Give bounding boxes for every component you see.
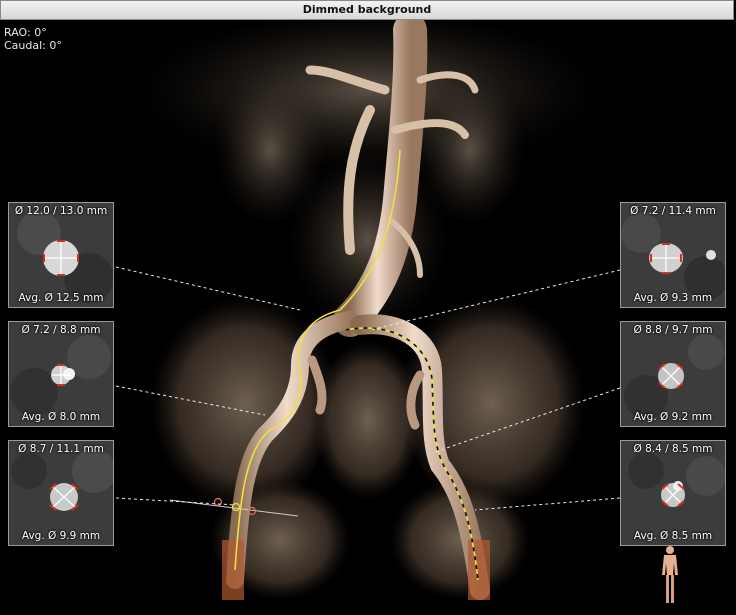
window-title: Dimmed background bbox=[302, 3, 432, 16]
diameter-label: Ø 8.7 / 11.1 mm bbox=[18, 443, 104, 455]
average-diameter-label: Avg. Ø 9.9 mm bbox=[21, 530, 101, 542]
diameter-label: Ø 7.2 / 11.4 mm bbox=[630, 205, 716, 217]
diameter-label: Ø 7.2 / 8.8 mm bbox=[21, 324, 101, 336]
abdomen-shadow bbox=[138, 20, 598, 170]
cross-section-panel-left-3[interactable]: Ø 8.7 / 11.1 mm Avg. Ø 9.9 mm bbox=[8, 440, 114, 546]
caudal-angle: Caudal: 0° bbox=[4, 39, 62, 52]
cross-section-panel-right-2[interactable]: Ø 8.8 / 9.7 mm Avg. Ø 9.2 mm bbox=[620, 321, 726, 427]
3d-volume-viewport[interactable]: RAO: 0° Caudal: 0° Ø 12.0 / 13.0 mm Avg.… bbox=[0, 20, 736, 615]
rao-angle: RAO: 0° bbox=[4, 26, 47, 39]
average-diameter-label: Avg. Ø 9.2 mm bbox=[633, 411, 713, 423]
orientation-readout: RAO: 0° Caudal: 0° bbox=[4, 26, 62, 52]
cross-section-panel-right-3[interactable]: Ø 8.4 / 8.5 mm Avg. Ø 8.5 mm bbox=[620, 440, 726, 546]
cross-section-panel-left-1[interactable]: Ø 12.0 / 13.0 mm Avg. Ø 12.5 mm bbox=[8, 202, 114, 308]
diameter-label: Ø 12.0 / 13.0 mm bbox=[14, 205, 108, 217]
average-diameter-label: Avg. Ø 8.0 mm bbox=[21, 411, 101, 423]
diameter-label: Ø 8.4 / 8.5 mm bbox=[633, 443, 713, 455]
human-body-icon[interactable] bbox=[656, 545, 684, 607]
diameter-label: Ø 8.8 / 9.7 mm bbox=[633, 324, 713, 336]
average-diameter-label: Avg. Ø 9.3 mm bbox=[633, 292, 713, 304]
sacrum bbox=[313, 340, 423, 500]
cross-section-panel-left-2[interactable]: Ø 7.2 / 8.8 mm Avg. Ø 8.0 mm bbox=[8, 321, 114, 427]
window-title-bar: Dimmed background bbox=[0, 0, 734, 20]
average-diameter-label: Avg. Ø 12.5 mm bbox=[18, 292, 104, 304]
average-diameter-label: Avg. Ø 8.5 mm bbox=[633, 530, 713, 542]
cross-section-panel-right-1[interactable]: Ø 7.2 / 11.4 mm Avg. Ø 9.3 mm bbox=[620, 202, 726, 308]
